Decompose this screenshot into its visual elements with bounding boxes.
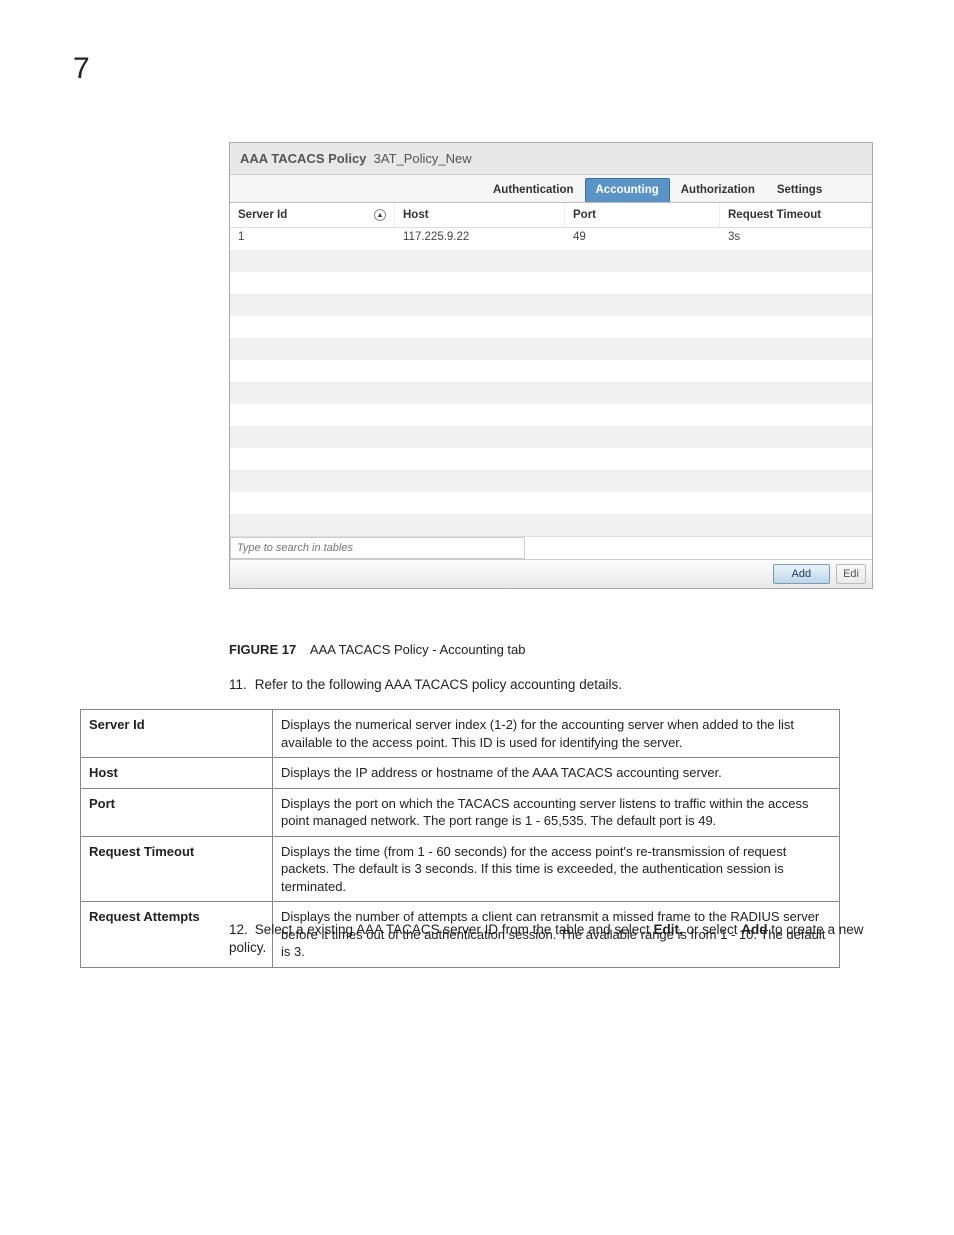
definition-term: Server Id xyxy=(81,710,273,758)
step-11: 11. Refer to the following AAA TACACS po… xyxy=(229,677,622,692)
figure-label: FIGURE 17 xyxy=(229,642,296,657)
step-11-num: 11. xyxy=(229,677,251,692)
col-header-port[interactable]: Port xyxy=(565,203,720,227)
table-row-empty xyxy=(230,250,872,272)
page-number: 7 xyxy=(73,52,90,86)
grid-button-bar: Add Edi xyxy=(230,559,872,588)
step-12-num: 12. xyxy=(229,921,251,939)
definition-desc: Displays the time (from 1 - 60 seconds) … xyxy=(273,836,840,902)
table-row[interactable]: 1117.225.9.22493s xyxy=(230,228,872,250)
table-row-empty xyxy=(230,294,872,316)
table-row-empty xyxy=(230,470,872,492)
cell-serverid: 1 xyxy=(230,228,395,250)
step-12-pre: Select a existing AAA TACACS server ID f… xyxy=(255,922,654,937)
edit-button[interactable]: Edi xyxy=(836,564,866,584)
grid-body: 1117.225.9.22493s xyxy=(230,228,872,536)
tab-authorization[interactable]: Authorization xyxy=(670,178,766,202)
definition-term: Port xyxy=(81,788,273,836)
definition-row: HostDisplays the IP address or hostname … xyxy=(81,758,840,789)
cell-host: 117.225.9.22 xyxy=(395,228,565,250)
col-header-host[interactable]: Host xyxy=(395,203,565,227)
step-12-add: Add xyxy=(741,922,767,937)
sort-asc-icon[interactable]: ▲ xyxy=(374,209,386,221)
tacacs-policy-panel: AAA TACACS Policy 3AT_Policy_New Authent… xyxy=(229,142,873,589)
col-header-serverid[interactable]: Server Id ▲ xyxy=(230,203,395,227)
tab-accounting[interactable]: Accounting xyxy=(585,178,670,202)
figure-caption: FIGURE 17 AAA TACACS Policy - Accounting… xyxy=(229,642,526,657)
figure-caption-text: AAA TACACS Policy - Accounting tab xyxy=(310,642,526,657)
col-header-timeout[interactable]: Request Timeout xyxy=(720,203,872,227)
panel-title-prefix: AAA TACACS Policy xyxy=(240,151,366,166)
add-button[interactable]: Add xyxy=(773,564,831,584)
table-row-empty xyxy=(230,492,872,514)
table-row-empty xyxy=(230,382,872,404)
table-row-empty xyxy=(230,338,872,360)
grid-search-row xyxy=(230,536,872,559)
definition-row: Server IdDisplays the numerical server i… xyxy=(81,710,840,758)
cell-timeout: 3s xyxy=(720,228,872,250)
server-grid: Server Id ▲ Host Port Request Timeout 11… xyxy=(230,203,872,588)
table-search-input[interactable] xyxy=(230,537,525,559)
step-12-mid: or select xyxy=(683,922,742,937)
table-row-empty xyxy=(230,360,872,382)
panel-title-bar: AAA TACACS Policy 3AT_Policy_New xyxy=(230,143,872,175)
definition-desc: Displays the numerical server index (1-2… xyxy=(273,710,840,758)
definition-term: Request Timeout xyxy=(81,836,273,902)
table-row-empty xyxy=(230,316,872,338)
definition-row: Request TimeoutDisplays the time (from 1… xyxy=(81,836,840,902)
definition-term: Host xyxy=(81,758,273,789)
table-row-empty xyxy=(230,448,872,470)
col-header-serverid-label: Server Id xyxy=(238,209,287,221)
definition-row: PortDisplays the port on which the TACAC… xyxy=(81,788,840,836)
step-11-text: Refer to the following AAA TACACS policy… xyxy=(255,677,622,692)
tab-strip: Authentication Accounting Authorization … xyxy=(230,175,872,203)
panel-title-name: 3AT_Policy_New xyxy=(374,151,472,166)
grid-header-row: Server Id ▲ Host Port Request Timeout xyxy=(230,203,872,228)
step-12: 12. Select a existing AAA TACACS server … xyxy=(229,921,874,957)
cell-port: 49 xyxy=(565,228,720,250)
step-12-edit: Edit, xyxy=(653,922,682,937)
table-row-empty xyxy=(230,426,872,448)
tab-settings[interactable]: Settings xyxy=(766,178,833,202)
table-row-empty xyxy=(230,272,872,294)
definition-desc: Displays the IP address or hostname of t… xyxy=(273,758,840,789)
table-row-empty xyxy=(230,404,872,426)
definition-desc: Displays the port on which the TACACS ac… xyxy=(273,788,840,836)
tab-authentication[interactable]: Authentication xyxy=(482,178,585,202)
table-row-empty xyxy=(230,514,872,536)
